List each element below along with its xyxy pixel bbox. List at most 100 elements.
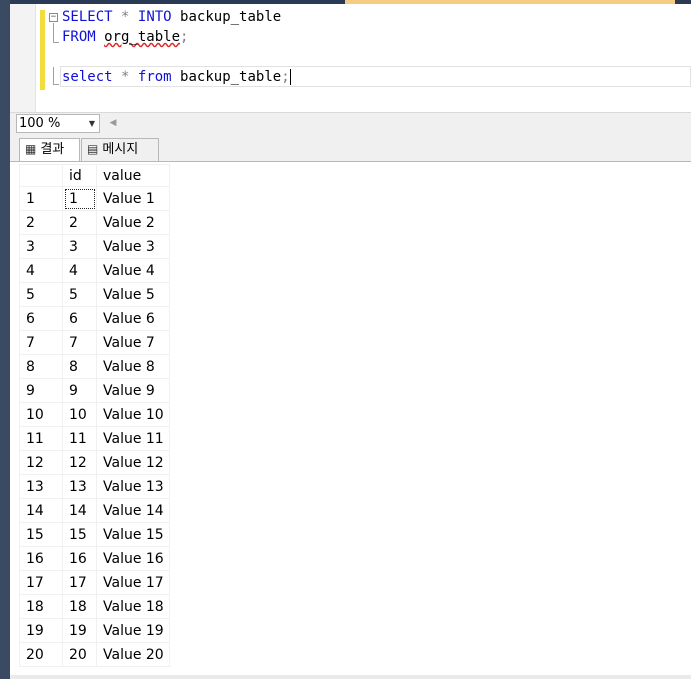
value-cell[interactable]: Value 18: [96, 594, 170, 619]
row-number-cell[interactable]: 7: [19, 330, 63, 355]
row-number-cell[interactable]: 14: [19, 498, 63, 523]
keyword: from: [137, 69, 172, 85]
code-line-1[interactable]: SELECT * INTO backup_table: [62, 7, 281, 27]
table-row[interactable]: 6 6 Value 6: [19, 306, 170, 331]
table-row[interactable]: 3 3 Value 3: [19, 234, 170, 259]
row-number-cell[interactable]: 1: [19, 186, 63, 211]
table-row[interactable]: 17 17 Value 17: [19, 570, 170, 595]
value-cell[interactable]: Value 20: [96, 642, 170, 667]
id-cell[interactable]: 15: [62, 522, 97, 547]
id-cell[interactable]: 6: [62, 306, 97, 331]
table-row[interactable]: 1 1 Value 1: [19, 186, 170, 211]
table-row[interactable]: 7 7 Value 7: [19, 330, 170, 355]
table-row[interactable]: 11 11 Value 11: [19, 426, 170, 451]
id-cell[interactable]: 2: [62, 210, 97, 235]
row-number-cell[interactable]: 8: [19, 354, 63, 379]
value-cell[interactable]: Value 1: [96, 186, 170, 211]
value-cell[interactable]: Value 11: [96, 426, 170, 451]
keyword: FROM: [62, 29, 96, 45]
column-header-value[interactable]: value: [96, 164, 170, 187]
value-cell[interactable]: Value 8: [96, 354, 170, 379]
row-number-cell[interactable]: 17: [19, 570, 63, 595]
id-cell[interactable]: 17: [62, 570, 97, 595]
row-number-cell[interactable]: 4: [19, 258, 63, 283]
message-icon: ▤: [87, 142, 99, 156]
collapse-icon[interactable]: −: [49, 13, 58, 22]
row-number-cell[interactable]: 10: [19, 402, 63, 427]
id-cell[interactable]: 16: [62, 546, 97, 571]
row-number-cell[interactable]: 19: [19, 618, 63, 643]
value-cell[interactable]: Value 16: [96, 546, 170, 571]
table-row[interactable]: 12 12 Value 12: [19, 450, 170, 475]
row-number-cell[interactable]: 18: [19, 594, 63, 619]
row-number-cell[interactable]: 2: [19, 210, 63, 235]
tab-results[interactable]: ▦ 결과: [19, 138, 80, 162]
table-row[interactable]: 16 16 Value 16: [19, 546, 170, 571]
table-row[interactable]: 8 8 Value 8: [19, 354, 170, 379]
value-cell[interactable]: Value 7: [96, 330, 170, 355]
table-row[interactable]: 15 15 Value 15: [19, 522, 170, 547]
code-line-4[interactable]: select * from backup_table;: [62, 67, 291, 87]
id-cell[interactable]: 18: [62, 594, 97, 619]
row-number-cell[interactable]: 16: [19, 546, 63, 571]
row-number-cell[interactable]: 5: [19, 282, 63, 307]
query-editor[interactable]: − SELECT * INTO backup_table FROM org_ta…: [10, 4, 691, 112]
table-row[interactable]: 19 19 Value 19: [19, 618, 170, 643]
id-cell[interactable]: 3: [62, 234, 97, 259]
table-row[interactable]: 13 13 Value 13: [19, 474, 170, 499]
value-cell[interactable]: Value 19: [96, 618, 170, 643]
table-row[interactable]: 9 9 Value 9: [19, 378, 170, 403]
results-grid-pane[interactable]: id value 1 1 Value 1 2 2 Value 2 3 3 Value 3 4 4 Va…: [10, 161, 691, 679]
id-cell[interactable]: 11: [62, 426, 97, 451]
results-grid[interactable]: id value 1 1 Value 1 2 2 Value 2 3 3 Value 3 4 4 Va…: [19, 164, 170, 667]
id-cell[interactable]: 7: [62, 330, 97, 355]
value-cell[interactable]: Value 10: [96, 402, 170, 427]
value-cell[interactable]: Value 9: [96, 378, 170, 403]
tab-messages[interactable]: ▤ 메시지: [81, 138, 159, 161]
row-number-cell[interactable]: 12: [19, 450, 63, 475]
id-cell[interactable]: 8: [62, 354, 97, 379]
id-cell[interactable]: 1: [62, 186, 97, 211]
table-row[interactable]: 5 5 Value 5: [19, 282, 170, 307]
row-number-cell[interactable]: 15: [19, 522, 63, 547]
value-cell[interactable]: Value 15: [96, 522, 170, 547]
id-cell[interactable]: 12: [62, 450, 97, 475]
table-row[interactable]: 2 2 Value 2: [19, 210, 170, 235]
text-caret: [289, 69, 291, 85]
id-cell[interactable]: 13: [62, 474, 97, 499]
value-cell[interactable]: Value 2: [96, 210, 170, 235]
keyword: INTO: [137, 9, 172, 25]
table-row[interactable]: 14 14 Value 14: [19, 498, 170, 523]
zoom-dropdown[interactable]: 100 % ▼: [16, 114, 100, 133]
value-cell[interactable]: Value 13: [96, 474, 170, 499]
table-row[interactable]: 20 20 Value 20: [19, 642, 170, 667]
row-number-cell[interactable]: 11: [19, 426, 63, 451]
table-row[interactable]: 18 18 Value 18: [19, 594, 170, 619]
scroll-left-icon[interactable]: ◀: [107, 116, 119, 131]
value-cell[interactable]: Value 5: [96, 282, 170, 307]
id-cell[interactable]: 5: [62, 282, 97, 307]
id-cell[interactable]: 20: [62, 642, 97, 667]
value-cell[interactable]: Value 17: [96, 570, 170, 595]
row-number-cell[interactable]: 13: [19, 474, 63, 499]
value-cell[interactable]: Value 6: [96, 306, 170, 331]
table-row[interactable]: 10 10 Value 10: [19, 402, 170, 427]
row-number-cell[interactable]: 20: [19, 642, 63, 667]
row-number-cell[interactable]: 9: [19, 378, 63, 403]
row-number-header[interactable]: [19, 164, 63, 187]
value-cell[interactable]: Value 14: [96, 498, 170, 523]
id-cell[interactable]: 10: [62, 402, 97, 427]
id-cell[interactable]: 9: [62, 378, 97, 403]
table-row[interactable]: 4 4 Value 4: [19, 258, 170, 283]
id-cell[interactable]: 19: [62, 618, 97, 643]
column-header-id[interactable]: id: [62, 164, 97, 187]
row-number-cell[interactable]: 3: [19, 234, 63, 259]
value-cell[interactable]: Value 3: [96, 234, 170, 259]
horizontal-scrollbar[interactable]: ◀: [107, 116, 691, 131]
code-line-2[interactable]: FROM org_table;: [62, 27, 188, 47]
row-number-cell[interactable]: 6: [19, 306, 63, 331]
value-cell[interactable]: Value 12: [96, 450, 170, 475]
value-cell[interactable]: Value 4: [96, 258, 170, 283]
id-cell[interactable]: 14: [62, 498, 97, 523]
id-cell[interactable]: 4: [62, 258, 97, 283]
